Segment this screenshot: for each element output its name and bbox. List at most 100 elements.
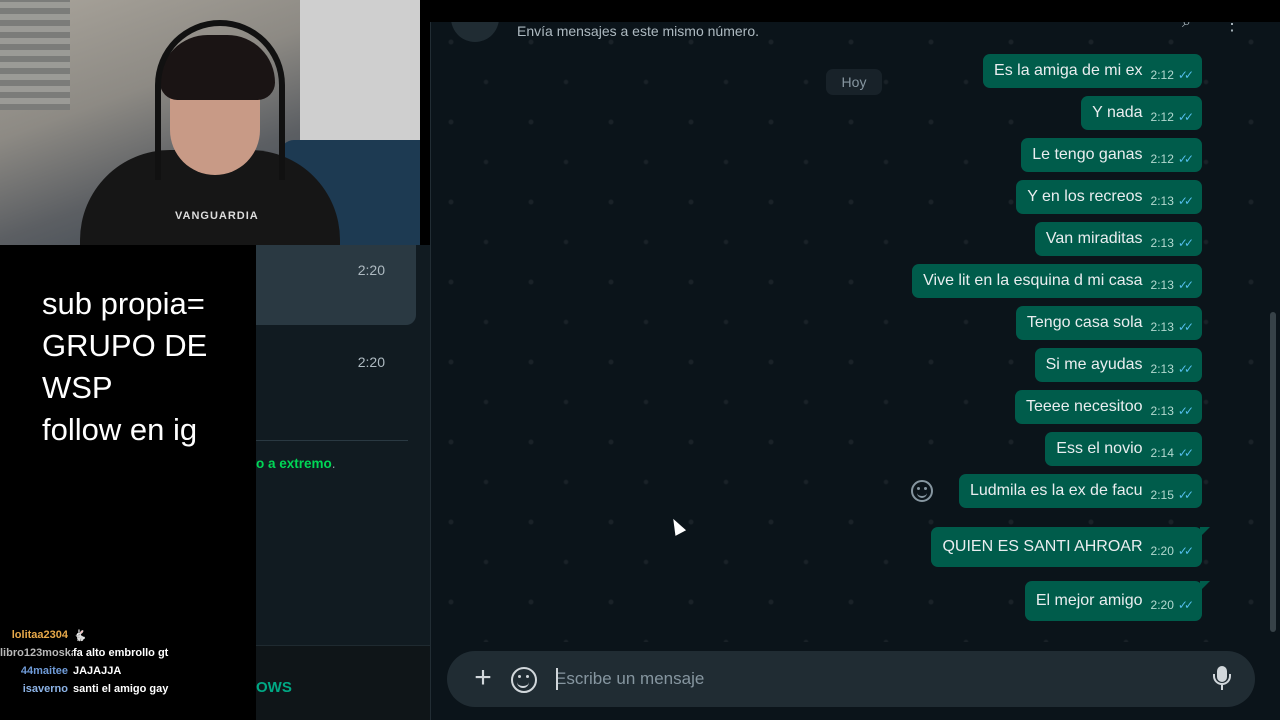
read-ticks-icon: ✓✓ (1177, 236, 1194, 250)
encryption-suffix: . (331, 456, 336, 471)
read-ticks-icon: ✓✓ (1177, 404, 1194, 418)
top-black-bar (420, 0, 1280, 22)
chat-list-footer: OWS (256, 645, 430, 720)
message-bubble[interactable]: Van miraditas 2:13 ✓✓ (1034, 222, 1202, 256)
message-time: 2:12 (1150, 152, 1174, 166)
message-meta: 2:20 ✓✓ (1150, 585, 1195, 625)
read-ticks-icon: ✓✓ (1177, 278, 1194, 292)
message-bubble[interactable]: Le tengo ganas 2:12 ✓✓ (1021, 138, 1202, 172)
chat-row-time: 2:20 (357, 354, 385, 370)
message-time: 2:13 (1150, 362, 1174, 376)
stream-chat-user: 44maitee (20, 665, 68, 677)
message-bubble[interactable]: Y nada 2:12 ✓✓ (1081, 96, 1202, 130)
message-bubble[interactable]: Tengo casa sola 2:13 ✓✓ (1015, 306, 1202, 340)
message-bubble[interactable]: El mejor amigo 2:20 ✓✓ (1024, 581, 1211, 621)
message-meta: 2:13 ✓✓ (1150, 268, 1195, 302)
message-bubble[interactable]: Si me ayudas 2:13 ✓✓ (1034, 348, 1202, 382)
message-text: Van miraditas (1045, 230, 1143, 247)
footer-link[interactable]: OWS (256, 679, 292, 696)
message-bubble[interactable]: QUIEN ES SANTI AHROAR 2:20 ✓✓ (931, 527, 1210, 567)
read-ticks-icon: ✓✓ (1177, 488, 1194, 502)
webcam-feed: VANGUARDIA (0, 0, 420, 245)
message-text: Ludmila es la ex de facu (969, 482, 1143, 499)
message-time: 2:14 (1150, 446, 1174, 460)
conversation-header: Envía mensajes a este mismo número. ⌕ ⋮ (431, 22, 1280, 48)
window-blind (0, 0, 70, 110)
stream-chat-message: fa alto embrollo gt (73, 647, 169, 659)
message-text: Y en los recreos (1027, 188, 1143, 205)
message-time: 2:13 (1150, 404, 1174, 418)
mic-icon[interactable] (1207, 664, 1237, 694)
message-text: Si me ayudas (1045, 356, 1143, 373)
conversation-panel: Envía mensajes a este mismo número. ⌕ ⋮ … (430, 22, 1280, 720)
chat-row-time: 2:20 (357, 262, 385, 278)
message-time: 2:13 (1150, 194, 1174, 208)
message-bubble[interactable]: Ludmila es la ex de facu 2:15 ✓✓ (958, 474, 1202, 508)
menu-icon[interactable]: ⋮ (1223, 22, 1241, 35)
message-bubble[interactable]: Es la amiga de mi ex 2:12 ✓✓ (983, 54, 1202, 88)
chat-row[interactable]: 2:20 (256, 333, 416, 413)
stream-chat-line: libro123moska fa alto embrollo gt (0, 644, 256, 662)
message-meta: 2:13 ✓✓ (1150, 394, 1195, 428)
plus-icon[interactable]: + (465, 661, 501, 697)
message-text: Tengo casa sola (1026, 314, 1143, 331)
message-bubble[interactable]: Y en los recreos 2:13 ✓✓ (1016, 180, 1202, 214)
message-time: 2:20 (1150, 598, 1174, 612)
message-text: Y nada (1092, 104, 1143, 121)
chat-list-panel: 2:20 2:20 o a extremo. OWS (256, 245, 430, 720)
message-bubble[interactable]: Ess el novio 2:14 ✓✓ (1045, 432, 1202, 466)
read-ticks-icon: ✓✓ (1177, 362, 1194, 376)
read-ticks-icon: ✓✓ (1177, 194, 1194, 208)
message-meta: 2:13 ✓✓ (1150, 310, 1195, 344)
message-meta: 2:13 ✓✓ (1150, 184, 1195, 218)
promo-text: sub propia= GRUPO DE WSP follow en ig (42, 283, 256, 451)
message-meta: 2:13 ✓✓ (1151, 226, 1195, 260)
wall (300, 0, 420, 150)
message-time: 2:12 (1150, 110, 1174, 124)
message-meta: 2:20 ✓✓ (1150, 531, 1195, 571)
scrollbar[interactable] (1270, 312, 1276, 632)
promo-line-2: GRUPO DE WSP (42, 328, 208, 405)
message-meta: 2:13 ✓✓ (1150, 352, 1195, 386)
message-bubble[interactable]: Vive lit en la esquina d mi casa 2:13 ✓✓ (912, 264, 1202, 298)
chat-row-selected[interactable]: 2:20 (256, 245, 416, 325)
message-text: Vive lit en la esquina d mi casa (923, 272, 1143, 289)
message-bubble[interactable]: Teeee necesitoo 2:13 ✓✓ (1015, 390, 1202, 424)
read-ticks-icon: ✓✓ (1177, 598, 1194, 612)
promo-line-3: follow en ig (42, 412, 198, 447)
read-ticks-icon: ✓✓ (1177, 152, 1194, 166)
headset (155, 20, 285, 180)
stream-chat-message: 🐇 (73, 629, 87, 642)
encryption-link[interactable]: o a extremo (256, 456, 332, 471)
message-time: 2:12 (1150, 68, 1174, 82)
emoji-react-icon[interactable] (911, 480, 933, 502)
header-subtitle: Envía mensajes a este mismo número. (517, 23, 759, 39)
message-text: Ess el novio (1056, 440, 1143, 457)
avatar[interactable] (451, 22, 499, 42)
stream-chat-line: isaverno santi el amigo gay (0, 680, 256, 698)
shirt-text: VANGUARDIA (175, 210, 259, 222)
message-time: 2:13 (1150, 278, 1174, 292)
stream-chat-line: 44maitee JAJAJJA (0, 662, 256, 680)
message-meta: 2:14 ✓✓ (1150, 436, 1195, 470)
stream-chat-message: JAJAJJA (73, 665, 122, 677)
promo-line-1: sub propia= (42, 286, 205, 321)
read-ticks-icon: ✓✓ (1177, 320, 1194, 334)
read-ticks-icon: ✓✓ (1177, 68, 1194, 82)
sticker-icon[interactable] (511, 667, 537, 693)
message-meta: 2:12 ✓✓ (1150, 58, 1195, 92)
read-ticks-icon: ✓✓ (1177, 110, 1194, 124)
search-icon[interactable]: ⌕ (1182, 22, 1191, 32)
message-meta: 2:12 ✓✓ (1150, 142, 1195, 176)
message-text: Le tengo ganas (1032, 146, 1143, 163)
message-time: 2:13 (1150, 320, 1174, 334)
message-meta: 2:12 ✓✓ (1150, 100, 1195, 134)
message-time: 2:20 (1150, 544, 1174, 558)
divider (256, 440, 408, 441)
read-ticks-icon: ✓✓ (1177, 446, 1194, 460)
message-text: El mejor amigo (1035, 592, 1143, 609)
stream-chat-line: lolitaa2304 🐇 (0, 626, 256, 644)
message-input[interactable] (555, 663, 1195, 695)
text-caret (556, 668, 558, 690)
stream-chat-user: isaverno (22, 683, 68, 695)
